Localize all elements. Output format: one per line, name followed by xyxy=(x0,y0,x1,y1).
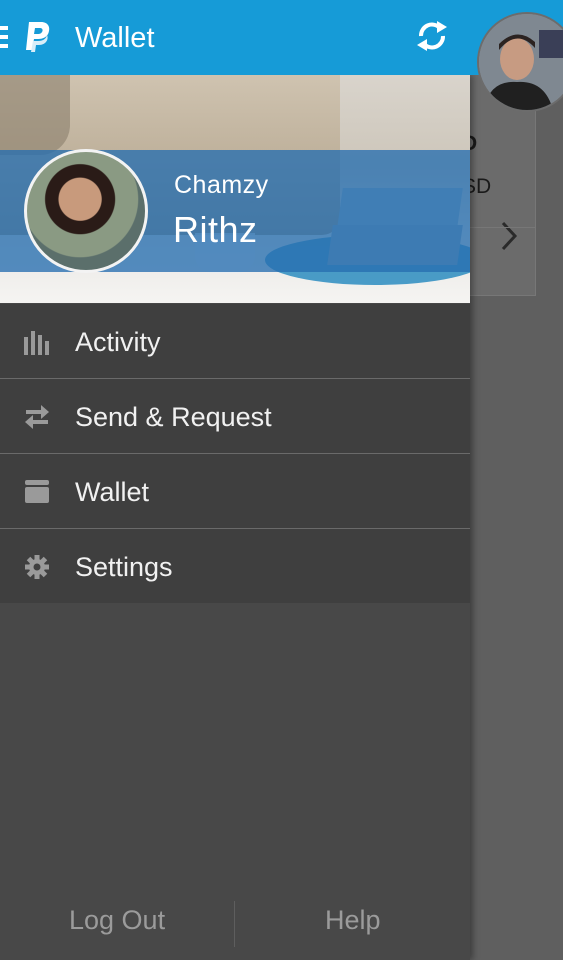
bar-chart-icon xyxy=(24,331,49,355)
gear-icon xyxy=(25,555,49,579)
avatar-photo xyxy=(479,14,563,110)
footer-divider xyxy=(234,901,235,947)
menu-item-activity[interactable]: Activity xyxy=(0,304,470,379)
drawer-menu: Activity Send & Request Wallet Settings xyxy=(0,304,470,603)
paypal-logo xyxy=(26,22,50,52)
drawer-header: Chamzy Rithz xyxy=(0,75,470,303)
page-title: Wallet xyxy=(75,22,155,54)
menu-icon[interactable] xyxy=(0,26,8,48)
profile-last-name: Rithz xyxy=(173,209,258,250)
menu-item-label: Wallet xyxy=(75,477,150,507)
menu-item-settings[interactable]: Settings xyxy=(0,529,470,603)
divider xyxy=(470,227,535,228)
profile-avatar[interactable] xyxy=(24,149,148,273)
logout-button[interactable]: Log Out xyxy=(69,905,165,936)
wallet-icon xyxy=(25,480,49,503)
navigation-drawer: Chamzy Rithz Activity Send & Request Wal… xyxy=(0,75,470,960)
refresh-icon[interactable] xyxy=(413,17,451,55)
menu-item-send-request[interactable]: Send & Request xyxy=(0,379,470,454)
profile-first-name: Chamzy xyxy=(174,171,269,199)
drawer-footer: Log Out Help xyxy=(0,895,470,960)
menu-item-label: Send & Request xyxy=(75,402,272,432)
help-button[interactable]: Help xyxy=(325,905,381,936)
menu-item-label: Activity xyxy=(75,327,161,357)
swap-arrows-icon xyxy=(25,405,49,429)
chevron-right-icon xyxy=(501,221,518,251)
menu-item-wallet[interactable]: Wallet xyxy=(0,454,470,529)
menu-item-label: Settings xyxy=(75,552,173,582)
